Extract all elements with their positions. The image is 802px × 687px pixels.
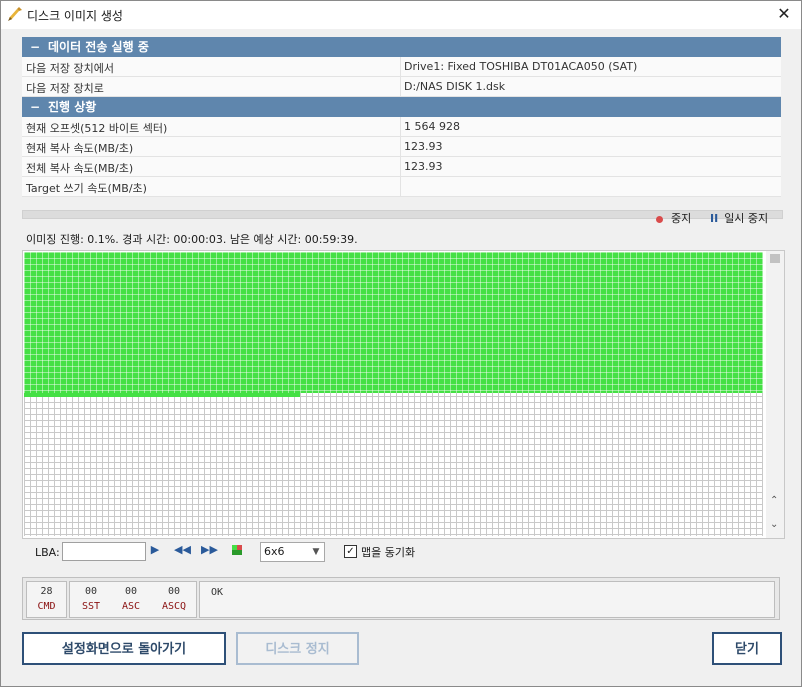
column-divider <box>400 137 401 156</box>
property-value: D:/NAS DISK 1.dsk <box>404 80 506 93</box>
property-label: 다음 저장 장치에서 <box>26 62 114 75</box>
block-size-value: 6x6 <box>264 545 285 558</box>
pause-label: 일시 중지 <box>724 212 769 225</box>
fast-forward-icon[interactable]: ▶▶ <box>201 543 218 557</box>
column-divider <box>400 177 401 196</box>
lba-input[interactable] <box>62 542 146 561</box>
window-title: 디스크 이미지 생성 <box>27 9 123 23</box>
scroll-up-icon[interactable]: ⌃ <box>770 495 778 506</box>
close-button[interactable]: 닫기 <box>712 632 782 665</box>
property-label: 다음 저장 장치로 <box>26 82 104 95</box>
result-text: OK <box>211 587 224 598</box>
ascq-value: 00 <box>167 586 181 597</box>
info-panel: − 데이터 전송 실행 중 다음 저장 장치에서 Drive1: Fixed TO… <box>22 37 781 197</box>
block-size-select[interactable]: 6x6 ▼ <box>260 542 325 562</box>
result-box: OK <box>199 581 775 618</box>
stop-button[interactable]: 중지 <box>656 210 691 226</box>
scrollbar-thumb[interactable] <box>770 254 780 263</box>
collapse-icon[interactable]: − <box>30 97 48 117</box>
copied-sectors-block <box>24 252 763 393</box>
sst-value: 00 <box>84 586 98 597</box>
app-icon <box>8 7 22 21</box>
section-progress-header[interactable]: − 진행 상황 <box>22 97 781 117</box>
imaging-status-text: 이미징 진행: 0.1%. 경과 시간: 00:00:03. 남은 예상 시간:… <box>26 233 358 246</box>
cmd-register: 28 CMD <box>26 581 67 618</box>
asc-value: 00 <box>124 586 138 597</box>
stop-label: 중지 <box>671 212 692 225</box>
map-legend-icon[interactable] <box>232 545 242 555</box>
property-value: 1 564 928 <box>404 120 460 133</box>
total-speed-row: 전체 복사 속도(MB/초) 123.93 <box>22 157 781 177</box>
property-value: 123.93 <box>404 140 443 153</box>
sync-map-label: 맵을 동기화 <box>361 546 416 559</box>
section-transfer-title: 데이터 전송 실행 중 <box>48 40 149 54</box>
sector-map[interactable]: ⌃ ⌄ <box>22 250 785 539</box>
map-toolbar: LBA: ▶ ◀◀ ▶▶ 6x6 ▼ ✓ 맵을 동기화 <box>22 539 781 567</box>
target-write-speed-row: Target 쓰기 속도(MB/초) <box>22 177 781 197</box>
back-to-settings-button[interactable]: 설정화면으로 돌아가기 <box>22 632 226 665</box>
property-label: 현재 오프셋(512 바이트 섹터) <box>26 122 168 135</box>
collapse-icon[interactable]: − <box>30 37 48 57</box>
chevron-down-icon[interactable]: ▼ <box>308 543 324 561</box>
property-label: Target 쓰기 속도(MB/초) <box>26 182 147 195</box>
pause-button[interactable]: II 일시 중지 <box>710 210 768 226</box>
property-value: Drive1: Fixed TOSHIBA DT01ACA050 (SAT) <box>404 60 638 73</box>
property-value: 123.93 <box>404 160 443 173</box>
section-progress-title: 진행 상황 <box>48 100 97 114</box>
current-offset-row: 현재 오프셋(512 바이트 섹터) 1 564 928 <box>22 117 781 137</box>
column-divider <box>400 57 401 76</box>
scroll-down-icon[interactable]: ⌄ <box>770 519 778 530</box>
ascq-label: ASCQ <box>161 601 187 612</box>
property-label: 현재 복사 속도(MB/초) <box>26 142 134 155</box>
sync-map-checkbox[interactable]: ✓ <box>344 545 357 558</box>
current-speed-row: 현재 복사 속도(MB/초) 123.93 <box>22 137 781 157</box>
cmd-value: 28 <box>40 586 53 597</box>
disk-image-dialog: 디스크 이미지 생성 ✕ − 데이터 전송 실행 중 다음 저장 장치에서 Dri… <box>0 0 802 687</box>
close-icon[interactable]: ✕ <box>767 1 801 29</box>
lba-label: LBA: <box>35 546 60 559</box>
column-divider <box>400 157 401 176</box>
column-divider <box>400 77 401 96</box>
sense-registers: 00 SST 00 ASC 00 ASCQ <box>69 581 197 618</box>
rewind-icon[interactable]: ◀◀ <box>174 543 191 557</box>
copied-sectors-partial-row <box>24 393 300 397</box>
section-transfer-header[interactable]: − 데이터 전송 실행 중 <box>22 37 781 57</box>
stop-disk-button[interactable]: 디스크 정지 <box>236 632 359 665</box>
play-icon[interactable]: ▶ <box>148 543 162 557</box>
title-bar: 디스크 이미지 생성 ✕ <box>1 1 801 29</box>
map-scrollbar[interactable]: ⌃ ⌄ <box>766 251 784 538</box>
source-device-row: 다음 저장 장치에서 Drive1: Fixed TOSHIBA DT01ACA… <box>22 57 781 77</box>
column-divider <box>400 117 401 136</box>
ata-status-panel: 28 CMD 00 SST 00 ASC 00 ASCQ OK <box>22 577 780 620</box>
property-label: 전체 복사 속도(MB/초) <box>26 162 134 175</box>
pause-icon: II <box>710 212 719 225</box>
imaging-controls: 중지 II 일시 중지 <box>22 209 781 227</box>
asc-label: ASC <box>121 601 141 612</box>
sst-label: SST <box>81 601 101 612</box>
cmd-label: CMD <box>37 601 56 612</box>
stop-icon <box>656 215 663 223</box>
target-device-row: 다음 저장 장치로 D:/NAS DISK 1.dsk <box>22 77 781 97</box>
